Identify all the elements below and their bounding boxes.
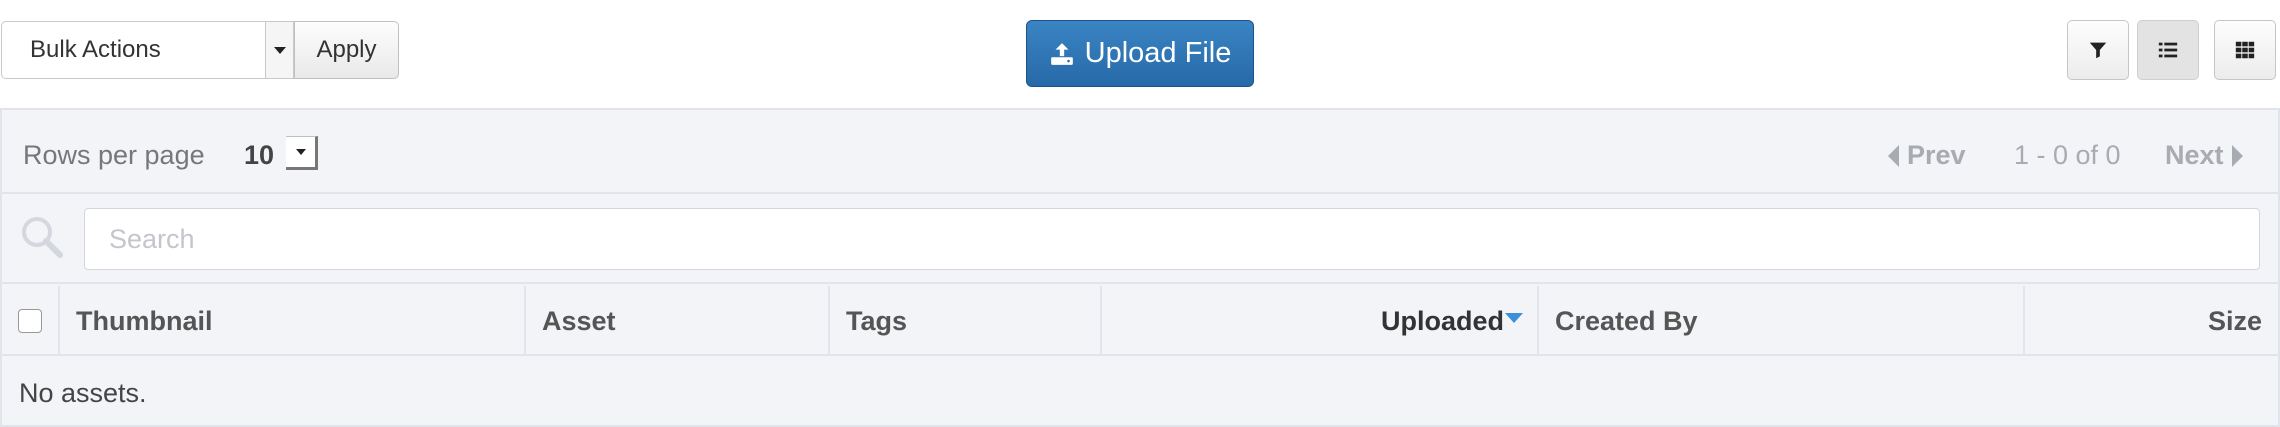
search-input[interactable] (84, 208, 2260, 270)
column-header-created-by[interactable]: Created By (1539, 286, 2025, 356)
grid-icon (2235, 41, 2255, 59)
search-bar (2, 196, 2278, 284)
bulk-actions-select[interactable]: Bulk Actions (1, 21, 294, 79)
filter-icon (2089, 42, 2107, 59)
upload-icon (1050, 42, 1073, 65)
next-label: Next (2165, 140, 2224, 170)
prev-page-link[interactable]: Prev (1888, 140, 1966, 171)
page-range: 1 - 0 of 0 (2014, 140, 2121, 170)
column-header-uploaded[interactable]: Uploaded (1102, 286, 1539, 356)
prev-label: Prev (1907, 140, 1966, 170)
chevron-right-icon (2231, 144, 2243, 167)
chevron-down-icon (295, 149, 306, 155)
search-icon (22, 217, 63, 258)
column-header-tags[interactable]: Tags (830, 286, 1102, 356)
rows-per-page-value[interactable]: 10 (244, 140, 274, 171)
empty-state-row: No assets. (2, 358, 2278, 427)
rows-per-page-label: Rows per page (23, 140, 205, 170)
filter-button[interactable] (2067, 20, 2129, 80)
chevron-left-icon (1888, 144, 1899, 167)
assets-panel: Rows per page 10 Prev 1 - 0 of 0 Next Th… (0, 108, 2280, 427)
grid-view-button[interactable] (2214, 20, 2276, 80)
column-header-size[interactable]: Size (2025, 286, 2278, 356)
sort-desc-icon (1505, 313, 1523, 323)
next-page-link[interactable]: Next (2165, 140, 2243, 171)
empty-message: No assets. (19, 378, 147, 408)
bulk-actions-value: Bulk Actions (30, 36, 161, 63)
table-header: Thumbnail Asset Tags Uploaded Created By… (2, 286, 2278, 356)
upload-file-label: Upload File (1084, 37, 1232, 69)
column-header-asset[interactable]: Asset (526, 286, 830, 356)
pagination-bar: Rows per page 10 Prev 1 - 0 of 0 Next (2, 110, 2278, 194)
list-icon (2158, 42, 2178, 58)
apply-button[interactable]: Apply (294, 21, 399, 79)
select-all-checkbox[interactable] (18, 309, 42, 333)
column-header-thumbnail[interactable]: Thumbnail (60, 286, 526, 356)
select-all-cell (2, 286, 60, 356)
column-header-uploaded-label: Uploaded (1380, 305, 1504, 336)
chevron-down-icon[interactable] (265, 22, 293, 78)
upload-file-button[interactable]: Upload File (1026, 20, 1254, 87)
toolbar: Bulk Actions Apply Upload File (0, 0, 2280, 108)
list-view-button[interactable] (2137, 20, 2199, 80)
rows-per-page-dropdown[interactable] (286, 136, 318, 170)
